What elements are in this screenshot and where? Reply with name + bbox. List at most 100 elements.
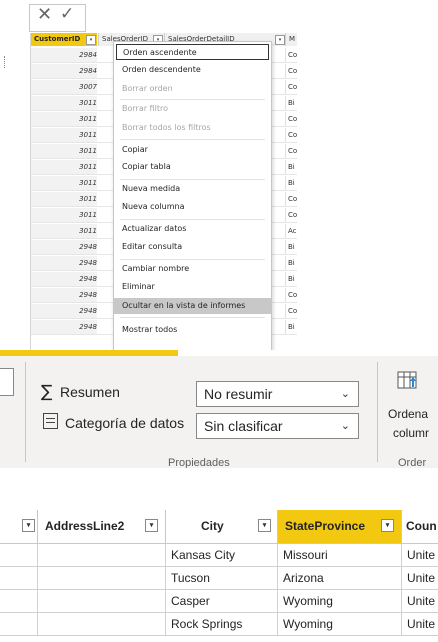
group-divider	[377, 362, 378, 462]
menu-separator	[120, 317, 265, 318]
menu-item[interactable]: Copiar tabla	[114, 159, 271, 175]
commit-icon[interactable]: ✓	[60, 4, 74, 24]
blank-cell	[0, 590, 38, 613]
chevron-down-icon[interactable]: ▾	[258, 519, 271, 532]
data-category-icon	[43, 413, 58, 429]
country-cell: Unite	[402, 567, 438, 590]
customerid-cell: 2984	[31, 48, 97, 62]
customerid-cell: 2948	[31, 320, 97, 334]
chevron-down-icon[interactable]: ▾	[145, 519, 158, 532]
customerid-cell: 2948	[31, 272, 97, 286]
country-cell: Unite	[402, 613, 438, 636]
state-cell: Arizona	[278, 567, 402, 590]
column-header-customerid[interactable]: CustomerID ▾	[31, 33, 97, 46]
menu-item: Borrar filtro	[122, 104, 168, 113]
customerid-cell: 3007	[31, 80, 97, 94]
customerid-cell: 3011	[31, 224, 97, 238]
menu-item[interactable]: Copiar	[114, 142, 271, 158]
m-column-cell: Bi	[285, 160, 297, 174]
sort-by-column-label-line2[interactable]: columr	[393, 426, 429, 440]
column-header-country[interactable]: Coun	[402, 510, 438, 544]
m-column-cell: Co	[285, 64, 297, 78]
menu-item: Borrar orden	[122, 84, 173, 93]
customerid-cell: 3011	[31, 160, 97, 174]
summarization-dropdown[interactable]: No resumir ⌄	[196, 381, 359, 407]
data-category-dropdown[interactable]: Sin clasificar ⌄	[196, 413, 359, 439]
chevron-down-icon: ⌄	[340, 420, 350, 432]
chevron-down-icon[interactable]: ▾	[275, 35, 285, 45]
m-column-cell: Co	[285, 304, 297, 318]
menu-item[interactable]: Ocultar en la vista de informes	[114, 298, 271, 314]
column-header-previous[interactable]: ▾	[0, 510, 38, 544]
menu-item: Borrar todos los filtros	[122, 123, 211, 132]
summarization-value: No resumir	[204, 386, 273, 402]
menu-separator	[120, 259, 265, 260]
address2-cell	[38, 544, 166, 567]
side-panel-edge	[0, 48, 30, 350]
sort-by-column-label-line1[interactable]: Ordena	[388, 407, 428, 421]
menu-item[interactable]: Orden descendente	[114, 62, 271, 78]
column-header-stateprovince[interactable]: StateProvince ▾	[278, 510, 402, 544]
customerid-cell: 3011	[31, 176, 97, 190]
blank-cell	[0, 567, 38, 590]
customerid-cell: 3011	[31, 192, 97, 206]
state-cell: Missouri	[278, 544, 402, 567]
m-column-cell: Bi	[285, 272, 297, 286]
column-header-label: CustomerID	[34, 35, 81, 43]
menu-separator	[120, 99, 265, 100]
customerid-cell: 2984	[31, 64, 97, 78]
menu-item[interactable]: Orden ascendente	[116, 44, 269, 60]
chevron-down-icon[interactable]: ▾	[22, 519, 35, 532]
column-header-m[interactable]: M	[285, 33, 297, 46]
menu-item[interactable]: Mostrar todos	[114, 322, 271, 338]
column-header-addressline2[interactable]: AddressLine2 ▾	[38, 510, 166, 544]
address2-cell	[38, 613, 166, 636]
menu-item[interactable]: Eliminar	[114, 279, 271, 295]
menu-item[interactable]: Editar consulta	[114, 239, 271, 255]
m-column-cell: Co	[285, 112, 297, 126]
m-column-cell: Bi	[285, 256, 297, 270]
city-cell: Kansas City	[166, 544, 278, 567]
formula-bar: ✕ ✓	[0, 0, 297, 32]
menu-separator	[120, 179, 265, 180]
address2-cell	[38, 590, 166, 613]
data-view-screenshot: ✕ ✓ CustomerID ▾ SalesOrderID ▾ SalesOrd…	[0, 0, 297, 350]
menu-separator	[120, 219, 265, 220]
cancel-icon[interactable]: ✕	[37, 4, 52, 25]
menu-separator	[120, 139, 265, 140]
chevron-down-icon: ⌄	[340, 388, 350, 400]
column-header-label: StateProvince	[285, 519, 366, 533]
m-column-cell: Co	[285, 288, 297, 302]
column-header-label: City	[201, 519, 224, 533]
previous-control-edge[interactable]	[0, 368, 14, 396]
m-column-cell: Co	[285, 48, 297, 62]
chevron-down-icon[interactable]: ▾	[86, 35, 96, 45]
customerid-cell: 3011	[31, 112, 97, 126]
chevron-down-icon[interactable]: ▾	[381, 519, 394, 532]
sort-by-column-icon[interactable]	[397, 370, 417, 390]
data-category-value: Sin clasificar	[204, 418, 283, 434]
active-tab-underline	[0, 350, 178, 356]
blank-cell	[0, 613, 38, 636]
m-column-cell: Bi	[285, 96, 297, 110]
m-column-cell: Co	[285, 192, 297, 206]
m-column-cell: Co	[285, 144, 297, 158]
state-cell: Wyoming	[278, 613, 402, 636]
data-table: ▾ AddressLine2 ▾ City ▾ StateProvince ▾ …	[0, 510, 438, 642]
column-header-label: Coun	[406, 519, 437, 533]
customerid-cell: 2948	[31, 256, 97, 270]
m-column-cell: Ac	[285, 224, 297, 238]
m-column-cell: Bi	[285, 176, 297, 190]
menu-item[interactable]: Nueva columna	[114, 199, 271, 215]
customerid-cell: 3011	[31, 208, 97, 222]
m-column-cell: Co	[285, 128, 297, 142]
city-cell: Tucson	[166, 567, 278, 590]
column-header-label: AddressLine2	[45, 519, 125, 533]
state-cell: Wyoming	[278, 590, 402, 613]
menu-item[interactable]: Nueva medida	[114, 181, 271, 197]
column-header-city[interactable]: City ▾	[166, 510, 278, 544]
menu-item[interactable]: Actualizar datos	[114, 221, 271, 237]
m-column-cell: Co	[285, 80, 297, 94]
m-column-cell: Bi	[285, 240, 297, 254]
menu-item[interactable]: Cambiar nombre	[114, 261, 271, 277]
